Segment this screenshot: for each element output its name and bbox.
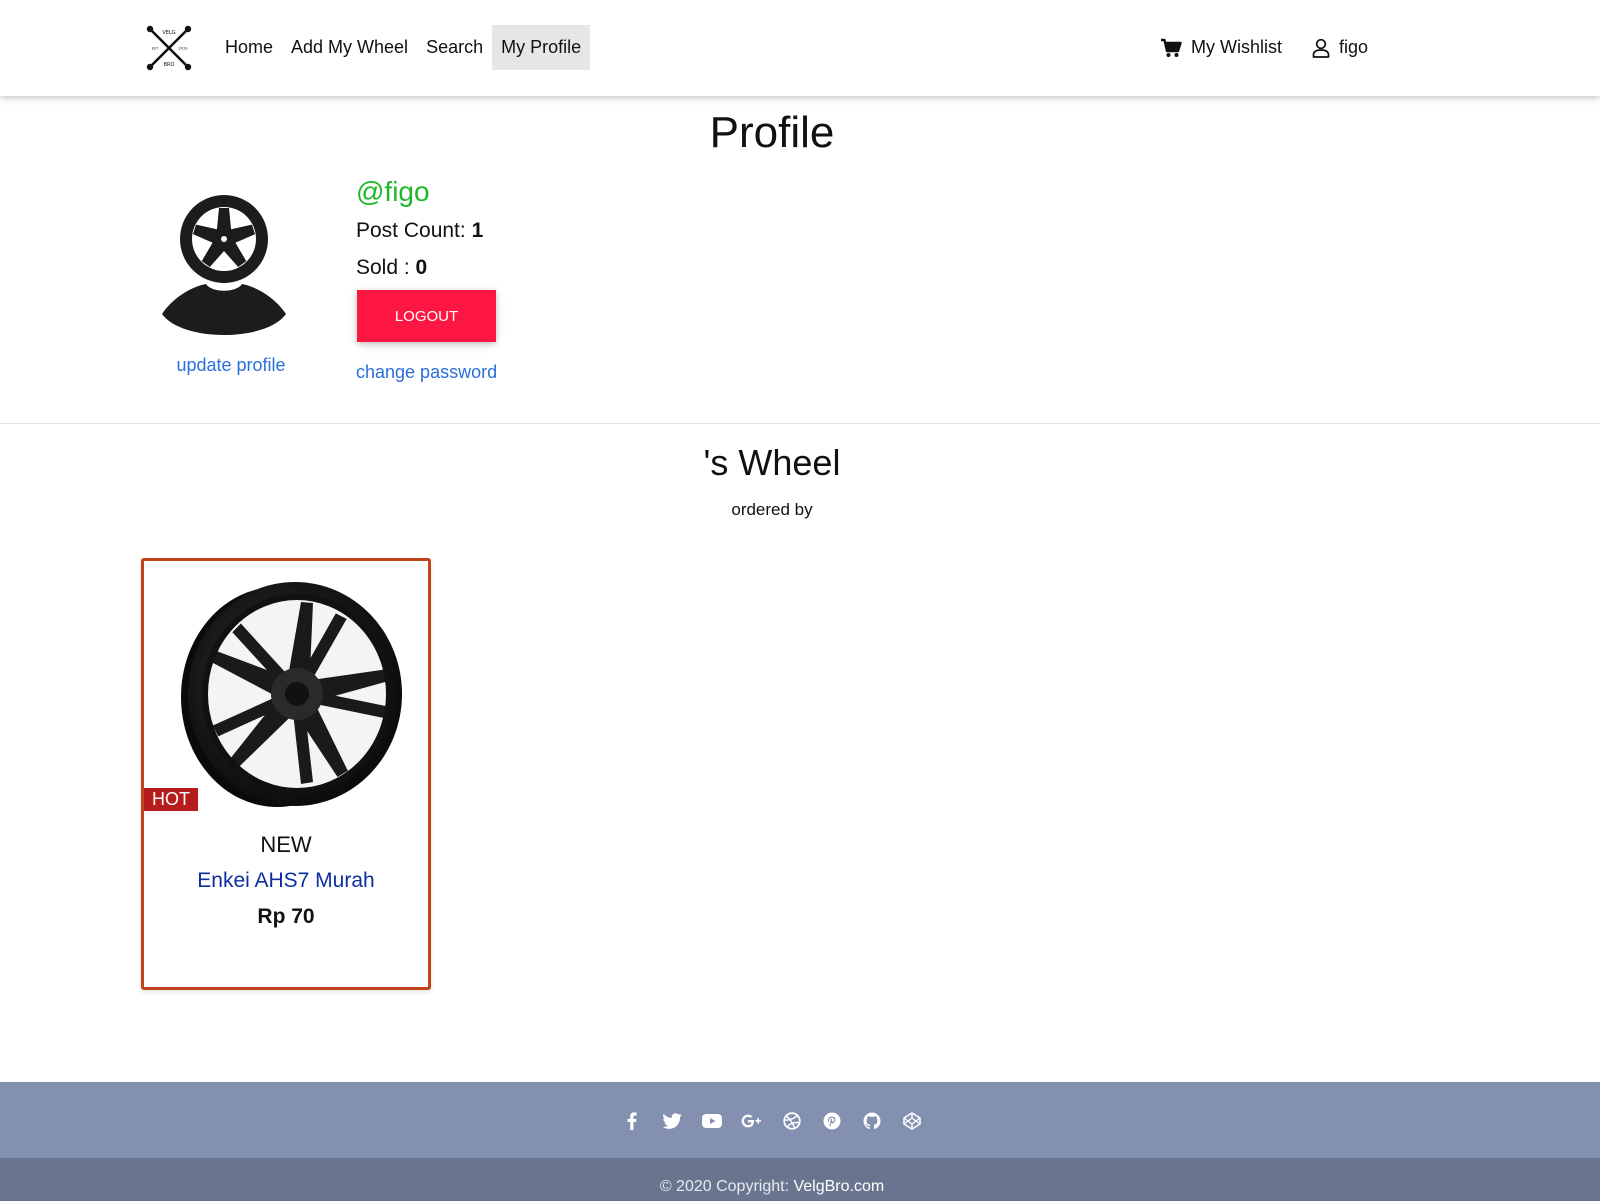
social-links	[0, 1110, 1544, 1132]
logo-text-left: EST	[152, 47, 159, 51]
facebook-icon[interactable]	[621, 1110, 643, 1132]
twitter-icon[interactable]	[661, 1110, 683, 1132]
logo-icon[interactable]: VELG EST 2019 BRO	[144, 23, 194, 73]
user-label: figo	[1338, 37, 1368, 57]
copyright-link[interactable]: VelgBro.com	[793, 1178, 884, 1195]
copyright-bar: © 2020 Copyright: VelgBro.com	[0, 1158, 1600, 1201]
ordered-by-label: ordered by	[731, 500, 813, 519]
wheel-price: Rp 70	[257, 905, 315, 928]
change-password-link[interactable]: change password	[356, 362, 497, 383]
youtube-icon[interactable]	[701, 1110, 723, 1132]
profile-username: @figo	[356, 176, 430, 207]
sold-count-label: Sold :	[356, 256, 416, 279]
wheel-condition: NEW	[260, 832, 312, 857]
nav-link-search[interactable]: Search	[417, 25, 492, 70]
copyright-text: © 2020 Copyright:	[659, 1178, 794, 1195]
logo-text-bottom: BRO	[164, 62, 175, 68]
dribbble-icon[interactable]	[781, 1110, 803, 1132]
nav-link-home[interactable]: Home	[216, 25, 282, 70]
logo-text-top: VELG	[162, 30, 175, 36]
nav-right: My Wishlist figo	[1130, 25, 1368, 70]
wishlist-label: My Wishlist	[1190, 37, 1282, 57]
page-title: Profile	[709, 108, 835, 157]
wheel-image	[181, 582, 402, 807]
navbar: VELG EST 2019 BRO Home Add My Wheel Sear…	[0, 0, 1600, 96]
hot-badge: HOT	[144, 788, 198, 811]
pinterest-icon[interactable]	[821, 1110, 843, 1132]
codepen-icon[interactable]	[901, 1110, 923, 1132]
logo-text-right: 2019	[179, 47, 188, 51]
update-profile-link[interactable]: update profile	[150, 355, 312, 376]
user-menu[interactable]: figo	[1312, 37, 1368, 58]
sold-count-value: 0	[415, 256, 428, 279]
post-count-label: Post Count:	[356, 219, 472, 242]
wheel-name-link[interactable]: Enkei AHS7 Murah	[144, 869, 428, 893]
post-count-value: 1	[471, 219, 484, 242]
avatar-icon	[162, 195, 286, 335]
cart-icon	[1160, 38, 1182, 57]
wheel-card[interactable]: HOT NEW Enkei AHS7 Murah Rp 70	[141, 558, 431, 990]
copyright: © 2020 Copyright: VelgBro.com	[0, 1178, 1544, 1196]
user-icon	[1312, 38, 1330, 58]
sold-count: Sold : 0	[356, 256, 427, 280]
wheels-title: 's Wheel	[703, 442, 841, 483]
github-icon[interactable]	[861, 1110, 883, 1132]
post-count: Post Count: 1	[356, 219, 483, 243]
google-plus-icon[interactable]	[741, 1110, 763, 1132]
footer	[0, 1082, 1600, 1158]
nav-link-add-my-wheel[interactable]: Add My Wheel	[282, 25, 417, 70]
wishlist-link[interactable]: My Wishlist	[1160, 37, 1282, 58]
nav-link-my-profile[interactable]: My Profile	[492, 25, 591, 70]
nav-links: Home Add My Wheel Search My Profile	[216, 25, 591, 70]
logout-button[interactable]: LOGOUT	[357, 290, 496, 342]
section-divider	[0, 423, 1600, 424]
